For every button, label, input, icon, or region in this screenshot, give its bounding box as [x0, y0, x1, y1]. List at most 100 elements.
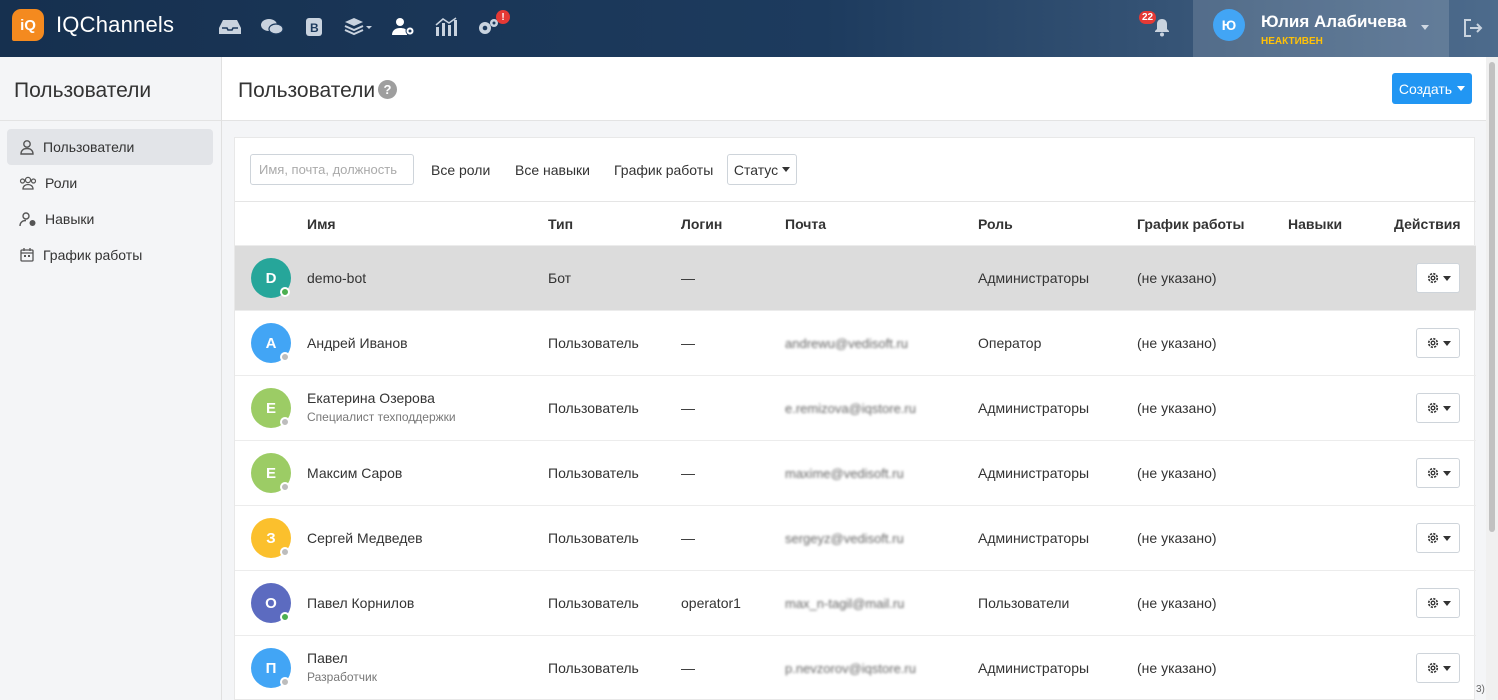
create-button[interactable]: Создать	[1392, 73, 1472, 104]
user-name: Юлия Алабичева	[1261, 12, 1407, 31]
sidebar-item-label: Роли	[45, 175, 78, 191]
login-cell: —	[681, 270, 695, 286]
chevron-down-icon	[1442, 470, 1451, 476]
column-header-role: Роль	[978, 216, 1013, 232]
settings-alert-badge: !	[496, 10, 510, 24]
type-cell: Пользователь	[548, 400, 639, 416]
row-actions-button[interactable]	[1416, 393, 1460, 423]
presence-indicator	[280, 417, 290, 427]
role-cell: Администраторы	[978, 530, 1090, 546]
logout-icon[interactable]	[1462, 17, 1484, 39]
sidebar-item-skills[interactable]: Навыки	[7, 201, 213, 237]
presence-indicator	[280, 612, 290, 622]
group-icon	[19, 176, 37, 190]
table-row[interactable]: П Павел Разработчик Пользователь — p.nevzorov…	[235, 635, 1476, 700]
login-cell: —	[681, 660, 695, 676]
role-cell: Оператор	[978, 335, 1042, 351]
user-skill-icon	[19, 212, 36, 227]
bell-icon[interactable]	[1150, 15, 1174, 39]
schedule-cell: (не указано)	[1137, 660, 1217, 676]
user-name-cell[interactable]: Максим Саров	[307, 465, 402, 481]
row-actions-button[interactable]	[1416, 458, 1460, 488]
status-filter-button[interactable]: Статус	[727, 154, 797, 185]
row-actions-button[interactable]	[1416, 523, 1460, 553]
schedule-cell: (не указано)	[1137, 400, 1217, 416]
chats-icon[interactable]	[260, 14, 284, 40]
scrollbar[interactable]	[1486, 57, 1498, 700]
email-cell: max_n-tagil@mail.ru	[785, 596, 905, 611]
schedule-cell: (не указано)	[1137, 335, 1217, 351]
layers-icon[interactable]	[344, 14, 374, 40]
schedule-cell: (не указано)	[1137, 270, 1217, 286]
chevron-down-icon	[1442, 340, 1451, 346]
type-cell: Пользователь	[548, 335, 639, 351]
skills-filter[interactable]: Все навыки	[515, 162, 590, 178]
user-name-cell[interactable]: demo-bot	[307, 270, 366, 286]
users-settings-icon[interactable]	[392, 14, 416, 40]
bots-icon[interactable]: B	[302, 14, 326, 40]
role-cell: Администраторы	[978, 270, 1090, 286]
row-actions-button[interactable]	[1416, 588, 1460, 618]
user-name-cell[interactable]: Павел	[307, 650, 348, 666]
role-cell: Администраторы	[978, 660, 1090, 676]
users-table-card: Все роли Все навыки График работы Статус…	[234, 137, 1476, 700]
table-row[interactable]: О Павел Корнилов Пользователь operator1 max_…	[235, 570, 1476, 635]
calendar-icon	[20, 248, 34, 262]
svg-text:B: B	[310, 21, 319, 35]
main-nav: B !	[218, 10, 518, 40]
scrollbar-thumb[interactable]	[1489, 62, 1495, 532]
sidebar-item-schedule[interactable]: График работы	[7, 237, 213, 273]
sidebar-item-users[interactable]: Пользователи	[7, 129, 213, 165]
sidebar-item-roles[interactable]: Роли	[7, 165, 213, 201]
user-name-cell[interactable]: Екатерина Озерова	[307, 390, 435, 406]
table-row[interactable]: Е Максим Саров Пользователь — maxime@vedisof…	[235, 440, 1476, 505]
user-name-cell[interactable]: Сергей Медведев	[307, 530, 423, 546]
table-row[interactable]: А Андрей Иванов Пользователь — andrewu@vedis…	[235, 310, 1476, 375]
table-header: Имя Тип Логин Почта Роль График работы Н…	[235, 202, 1476, 245]
sidebar-item-label: Навыки	[45, 211, 95, 227]
brand-logo[interactable]: iQ IQChannels	[12, 9, 174, 41]
login-cell: —	[681, 530, 695, 546]
presence-indicator	[280, 352, 290, 362]
analytics-icon[interactable]	[434, 14, 458, 40]
chevron-down-icon	[1442, 275, 1451, 281]
gear-icon	[1426, 271, 1440, 285]
user-status: НЕАКТИВЕН	[1261, 36, 1323, 47]
presence-indicator	[280, 547, 290, 557]
schedule-filter[interactable]: График работы	[614, 162, 713, 178]
role-cell: Администраторы	[978, 465, 1090, 481]
filter-bar: Все роли Все навыки График работы Статус	[235, 138, 1476, 202]
roles-filter[interactable]: Все роли	[431, 162, 490, 178]
sidebar-item-label: График работы	[43, 247, 143, 263]
row-actions-button[interactable]	[1416, 328, 1460, 358]
presence-indicator	[280, 482, 290, 492]
user-name-cell[interactable]: Андрей Иванов	[307, 335, 408, 351]
gear-icon	[1426, 596, 1440, 610]
main-content: Пользователи ? Создать Все роли Все навы…	[222, 57, 1498, 700]
settings-icon[interactable]: !	[476, 10, 510, 40]
row-actions-button[interactable]	[1416, 653, 1460, 683]
row-actions-button[interactable]	[1416, 263, 1460, 293]
role-cell: Пользователи	[978, 595, 1070, 611]
login-cell: —	[681, 335, 695, 351]
user-menu[interactable]: Ю Юлия Алабичева НЕАКТИВЕН	[1193, 0, 1449, 57]
column-header-actions: Действия	[1394, 216, 1461, 232]
help-icon[interactable]: ?	[378, 80, 397, 99]
user-name-cell[interactable]: Павел Корнилов	[307, 595, 414, 611]
column-header-login: Логин	[681, 216, 723, 232]
inbox-icon[interactable]	[218, 14, 242, 40]
search-input[interactable]	[250, 154, 414, 185]
role-cell: Администраторы	[978, 400, 1090, 416]
table-row[interactable]: З Сергей Медведев Пользователь — sergeyz@ved…	[235, 505, 1476, 570]
page-title: Пользователи	[238, 79, 376, 102]
gear-icon	[1426, 531, 1440, 545]
chevron-down-icon	[1442, 405, 1451, 411]
type-cell: Пользователь	[548, 660, 639, 676]
presence-indicator	[280, 677, 290, 687]
corner-note: 3)	[1476, 684, 1485, 695]
table-row[interactable]: Ddemo-bot Бот — Администраторы (не указано)	[235, 245, 1476, 310]
user-subtitle-cell: Разработчик	[307, 670, 377, 684]
table-row[interactable]: Е Екатерина Озерова Специалист техподдержк…	[235, 375, 1476, 440]
gear-icon	[1426, 661, 1440, 675]
schedule-cell: (не указано)	[1137, 465, 1217, 481]
